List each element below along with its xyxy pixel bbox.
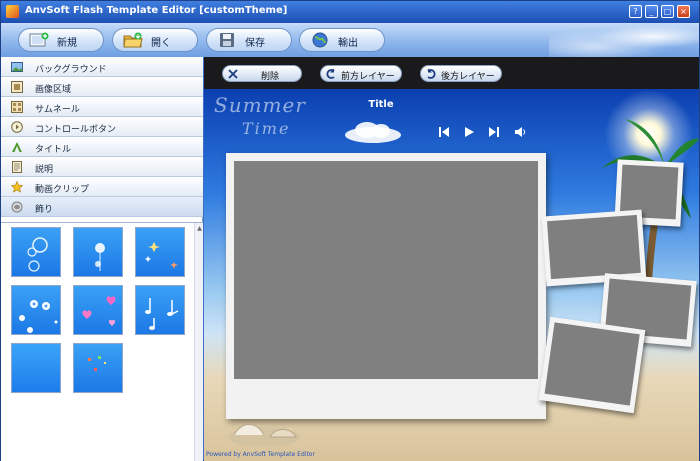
delete-button[interactable]: 削除 [222, 65, 302, 82]
app-logo-icon [6, 5, 19, 18]
thumbnail-frame-4[interactable] [538, 316, 646, 414]
export-globe-icon [312, 32, 328, 48]
sidebar-item-label: サムネール [35, 105, 80, 115]
scroll-up-arrow-icon[interactable]: ▲ [196, 225, 203, 232]
template-preview-stage[interactable]: Summer Time Title Powered by AnvSoft Tem… [204, 89, 699, 461]
sidebar-item-title[interactable]: タイトル [1, 137, 203, 157]
thumbnail-dandelion[interactable] [73, 227, 123, 277]
close-button[interactable]: × [677, 5, 690, 18]
sidebar-item-control-button[interactable]: コントロールボタン [1, 117, 203, 137]
image-area-icon [11, 81, 23, 93]
sidebar-item-background[interactable]: バックグラウンド [1, 57, 203, 77]
open-button[interactable]: 開く [112, 28, 198, 52]
layer-toolbar: 削除 前方レイヤー 後方レイヤー [204, 57, 699, 89]
bring-forward-button[interactable]: 前方レイヤー [320, 65, 402, 82]
open-button-label: 開く [151, 38, 171, 49]
sidebar-item-label: コントロールボタン [35, 125, 117, 135]
summer-decor-text: Summer [214, 93, 306, 117]
minimize-button[interactable]: _ [645, 5, 658, 18]
bring-forward-label: 前方レイヤー [341, 72, 395, 82]
save-disk-icon [220, 33, 234, 47]
control-button-icon [11, 121, 23, 133]
thumbnail-placeholder-4[interactable] [544, 322, 640, 406]
dandelion-graphic [95, 243, 105, 271]
thumbnail-confetti[interactable] [73, 343, 123, 393]
thumbnail-icon [11, 101, 23, 113]
help-button[interactable]: ? [629, 5, 642, 18]
thumbnail-plain-blue[interactable] [11, 343, 61, 393]
title-bar: AnvSoft Flash Template Editor [customThe… [1, 1, 699, 23]
confetti-graphic [88, 356, 106, 371]
volume-icon[interactable] [514, 126, 526, 138]
thumbnail-bubbles[interactable] [11, 227, 61, 277]
sparkles-graphic [145, 242, 178, 269]
bring-forward-icon [326, 68, 335, 79]
sidebar-item-label: 画像区域 [35, 85, 72, 95]
sidebar-item-label: バックグラウンド [35, 65, 107, 75]
sidebar-item-decoration[interactable]: 飾り [1, 197, 203, 217]
open-folder-icon [123, 32, 143, 48]
delete-x-icon [228, 69, 238, 79]
background-icon [11, 62, 23, 72]
seashell-graphic [228, 424, 300, 447]
thumbnail-flowers[interactable] [11, 285, 61, 335]
thumbnail-placeholder-2[interactable] [547, 214, 641, 280]
thumbnail-scrollbar[interactable]: ▲ [194, 223, 203, 461]
window-title: AnvSoft Flash Template Editor [customThe… [25, 5, 288, 16]
main-toolbar: 新規 開く 保存 輸出 [1, 23, 699, 57]
export-button[interactable]: 輸出 [299, 28, 385, 52]
bubbles-graphic [27, 237, 48, 272]
export-button-label: 輸出 [338, 38, 358, 49]
new-document-icon [29, 32, 49, 47]
music-notes-graphic [145, 298, 179, 330]
movie-clip-star-icon [11, 181, 23, 193]
app-window: AnvSoft Flash Template Editor [customThe… [0, 0, 700, 461]
sidebar-item-movie-clip[interactable]: 動画クリップ [1, 177, 203, 197]
powered-by-footer: Powered by AnvSoft Template Editor [206, 451, 315, 458]
cloud-graphic [345, 122, 401, 143]
main-image-placeholder[interactable] [234, 161, 538, 379]
maximize-button[interactable]: □ [661, 5, 674, 18]
new-button[interactable]: 新規 [18, 28, 104, 52]
sidebar-item-image-area[interactable]: 画像区域 [1, 77, 203, 97]
time-decor-text: Time [242, 119, 291, 138]
previous-icon[interactable] [438, 126, 450, 138]
send-backward-button[interactable]: 後方レイヤー [420, 65, 502, 82]
send-backward-icon [427, 68, 436, 79]
toolbar-decoration [549, 23, 699, 57]
main-image-frame[interactable] [226, 153, 546, 419]
sidebar: バックグラウンド 画像区域 サムネール コントロールボタン タイトル 説明 動画… [1, 57, 203, 461]
save-button-label: 保存 [245, 38, 265, 49]
thumbnail-hearts[interactable] [73, 285, 123, 335]
stage-title[interactable]: Title [354, 99, 408, 110]
sidebar-item-description[interactable]: 説明 [1, 157, 203, 177]
sidebar-item-thumbnail[interactable]: サムネール [1, 97, 203, 117]
next-icon[interactable] [488, 126, 500, 138]
sidebar-item-label: 説明 [35, 165, 54, 175]
delete-button-label: 削除 [261, 72, 280, 82]
sidebar-item-label: 飾り [35, 205, 54, 215]
description-icon [12, 161, 22, 173]
thumbnail-music-notes[interactable] [135, 285, 185, 335]
sidebar-item-label: 動画クリップ [35, 185, 90, 195]
title-icon [12, 142, 22, 152]
thumbnail-sparkles[interactable] [135, 227, 185, 277]
sidebar-item-label: タイトル [35, 145, 72, 155]
flowers-graphic [19, 300, 58, 333]
new-button-label: 新規 [57, 38, 77, 49]
hearts-graphic [82, 296, 116, 326]
send-backward-label: 後方レイヤー [441, 72, 495, 82]
decoration-thumbnail-grid: ▲ [1, 222, 203, 461]
save-button[interactable]: 保存 [206, 28, 292, 52]
play-icon[interactable] [463, 126, 475, 138]
decoration-icon [11, 201, 23, 213]
